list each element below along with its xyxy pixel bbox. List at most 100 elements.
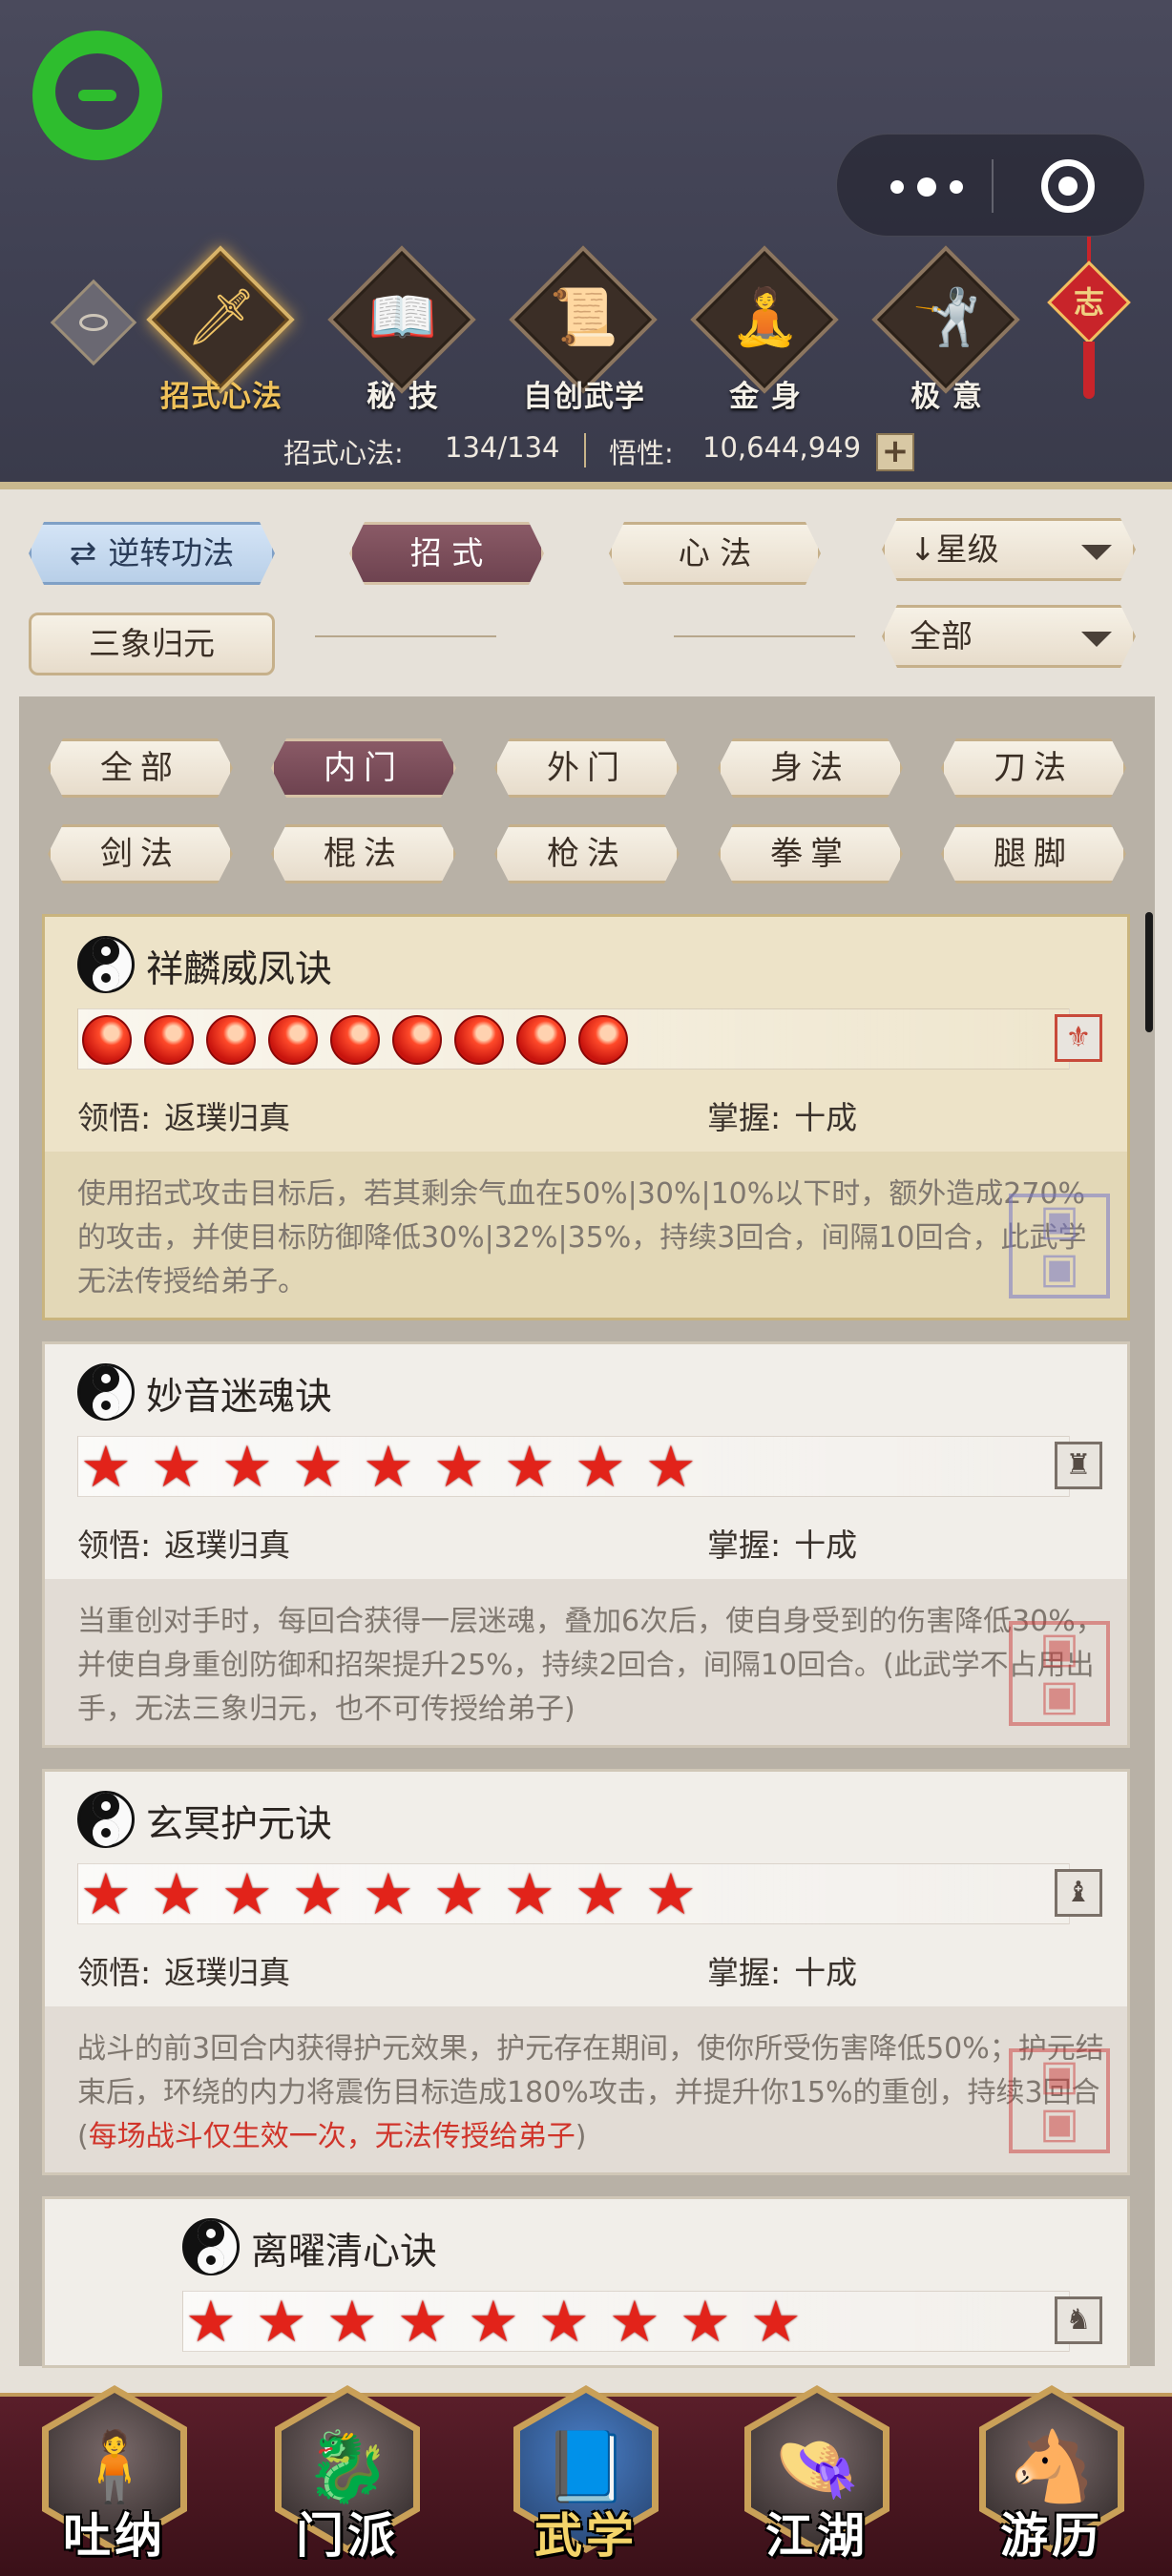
skill-card[interactable]: 祥麟威凤诀 ⚜ 领悟: 返璞归真 掌握: 十成使用招式攻击目标后，若其剩余气血在50%|3… (42, 914, 1130, 1320)
skill-name: 祥麟威凤诀 (146, 948, 333, 991)
more-menu-icon[interactable] (885, 173, 971, 199)
skill-type-badge-icon[interactable]: ♞ (1055, 2296, 1102, 2344)
category-6[interactable]: 棍法 (271, 824, 456, 883)
skill-name: 妙音迷魂诀 (146, 1376, 333, 1419)
skill-card[interactable]: 妙音迷魂诀 ★ ★ ★ ★ ★ ★ ★ ★ ★ ♜ 领悟: 返璞归真 掌握: 十成 当重创对手时，每回合获得一… (42, 1341, 1130, 1748)
flame-star-icon (144, 1015, 194, 1065)
star-icon: ★ (363, 1434, 414, 1501)
bottom-nav-3[interactable]: 👒 江湖 (739, 2376, 895, 2576)
sort-dropdown[interactable]: ↓星级 (882, 518, 1136, 581)
comprehension-label: 领悟: (77, 1954, 152, 1991)
category-1[interactable]: 内门 (271, 738, 456, 798)
lucky-knot-ornament[interactable]: 志 (1040, 237, 1136, 408)
skill-description: 使用招式攻击目标后，若其剩余气血在50%|30%|10%以下时，额外造成270%… (77, 1177, 1087, 1298)
star-icon: ★ (221, 1434, 273, 1501)
skill-description: 当重创对手时，每回合获得一层迷魂，叠加6次后，使自身受到的伤害降低30%，并使自… (77, 1605, 1104, 1726)
add-insight-button[interactable]: + (876, 433, 914, 471)
reverse-technique-button[interactable]: ⇄ 逆转功法 (29, 522, 275, 585)
bottom-nav-2[interactable]: 📘 武学 (508, 2376, 664, 2576)
category-0[interactable]: 全部 (48, 738, 233, 798)
bottom-nav-label: 江湖 (765, 2507, 869, 2564)
star-icon: ★ (750, 2289, 802, 2356)
description-highlight: 每场战斗仅生效一次，无法传授给弟子 (88, 2120, 576, 2153)
bottom-nav-label: 吐纳 (63, 2507, 166, 2564)
mini-program-logo-icon[interactable] (32, 31, 162, 160)
star-icon: ★ (468, 2289, 519, 2356)
skill-type-badge-icon[interactable]: ♝ (1055, 1869, 1102, 1917)
sword-icon: 🗡 (186, 284, 257, 349)
star-icon: ★ (538, 2289, 590, 2356)
flame-star-icon (578, 1015, 628, 1065)
eye-icon (79, 314, 108, 331)
skill-description: 战斗的前3回合内获得护元效果，护元存在期间，使你所受伤害降低50%；护元结束后，… (77, 2032, 1104, 2153)
skill-name: 玄冥护元诀 (146, 1803, 333, 1846)
bottom-nav-1[interactable]: 🐉 门派 (269, 2376, 426, 2576)
category-8[interactable]: 拳掌 (718, 824, 903, 883)
category-5[interactable]: 剑法 (48, 824, 233, 883)
tab-mental-methods[interactable]: 心 法 (609, 522, 821, 585)
star-icon: ★ (292, 1861, 344, 1928)
tab-label: 秘 技 (366, 380, 439, 414)
scope-dropdown[interactable]: 全部 (882, 605, 1136, 668)
star-icon: ★ (80, 1434, 132, 1501)
insight-label: 悟性: (609, 437, 674, 469)
sort-arrow-icon: ↓ (910, 530, 936, 568)
header: 志 招式心法: 134/134 悟性: 10,644,949 + 🗡 招式心法 📖 秘… (0, 0, 1172, 482)
bottom-nav-0[interactable]: 🧍 吐纳 (36, 2376, 193, 2576)
skill-type-badge-icon[interactable]: ⚜ (1055, 1014, 1102, 1062)
mastery-value: 十成 (794, 1099, 858, 1136)
sanxiang-guiyuan-button[interactable]: 三象归元 (29, 613, 275, 675)
skill-type-badge-icon[interactable]: ♜ (1055, 1442, 1102, 1489)
skill-description-box: 使用招式攻击目标后，若其剩余气血在50%|30%|10%以下时，额外造成270%… (45, 1152, 1127, 1318)
seal-stamp-icon: ▣ ▣ (1009, 2048, 1110, 2153)
scrollbar[interactable] (1145, 912, 1153, 1032)
comprehension-value: 返璞归真 (164, 1527, 291, 1564)
ornament-line-left (315, 635, 496, 637)
scroll-icon: 📜 (549, 284, 619, 349)
mini-program-capsule (836, 134, 1145, 237)
bottom-nav-label: 武学 (534, 2507, 638, 2564)
star-rating: ★ ★ ★ ★ ★ ★ ★ ★ ★ (77, 1436, 1070, 1497)
mastery-value: 十成 (794, 1954, 858, 1991)
close-mini-program-icon[interactable] (1041, 159, 1095, 213)
tab-scroll[interactable]: 📜 自创武学 (508, 245, 660, 417)
star-icon: ★ (326, 2289, 378, 2356)
star-icon: ★ (575, 1434, 626, 1501)
comprehension-label: 领悟: (77, 1099, 152, 1136)
martial-stance-icon: 🤺 (911, 284, 982, 349)
bottom-nav: 🧍 吐纳 🐉 门派 📘 武学 👒 江湖 🐴 游历 (0, 2385, 1172, 2576)
seal-stamp-icon: ▣ ▣ (1009, 1194, 1110, 1298)
tab-book[interactable]: 📖 秘 技 (326, 245, 479, 417)
chevron-down-icon (1081, 632, 1112, 647)
star-icon: ★ (645, 1861, 697, 1928)
star-icon: ★ (609, 2289, 660, 2356)
comprehension-label: 领悟: (77, 1527, 152, 1564)
comprehension-value: 返璞归真 (164, 1099, 291, 1136)
star-icon: ★ (80, 1861, 132, 1928)
star-icon: ★ (363, 1861, 414, 1928)
category-7[interactable]: 枪法 (494, 824, 680, 883)
ornament-line-right (674, 635, 855, 637)
tab-martial-stance[interactable]: 🤺 极 意 (870, 245, 1023, 417)
toggle-visibility-button[interactable] (50, 279, 137, 366)
flame-star-icon (82, 1015, 132, 1065)
skill-card[interactable]: 玄冥护元诀 ★ ★ ★ ★ ★ ★ ★ ★ ★ ♝ 领悟: 返璞归真 掌握: 十成 战斗的前3回合内获得护元效… (42, 1769, 1130, 2175)
category-9[interactable]: 腿脚 (941, 824, 1126, 883)
tab-sword[interactable]: 🗡 招式心法 (145, 245, 298, 417)
star-icon: ★ (575, 1861, 626, 1928)
swap-arrows-icon: ⇄ (69, 534, 97, 572)
tab-meditation[interactable]: 🧘 金 身 (689, 245, 842, 417)
star-icon: ★ (151, 1434, 202, 1501)
skill-description-box: 战斗的前3回合内获得护元效果，护元存在期间，使你所受伤害降低50%；护元结束后，… (45, 2006, 1127, 2172)
category-2[interactable]: 外门 (494, 738, 680, 798)
skill-description-box: 当重创对手时，每回合获得一层迷魂，叠加6次后，使自身受到的伤害降低30%，并使自… (45, 1579, 1127, 1745)
category-4[interactable]: 刀法 (941, 738, 1126, 798)
comprehension-value: 返璞归真 (164, 1954, 291, 1991)
bottom-nav-4[interactable]: 🐴 游历 (973, 2376, 1130, 2576)
star-icon: ★ (151, 1861, 202, 1928)
mastery-label: 掌握: (707, 1099, 782, 1136)
category-3[interactable]: 身法 (718, 738, 903, 798)
flame-star-icon (268, 1015, 318, 1065)
skill-card[interactable]: 离曜清心诀 ★ ★ ★ ★ ★ ★ ★ ★ ★ ♞ (42, 2196, 1130, 2368)
tab-moves[interactable]: 招 式 (349, 522, 544, 585)
